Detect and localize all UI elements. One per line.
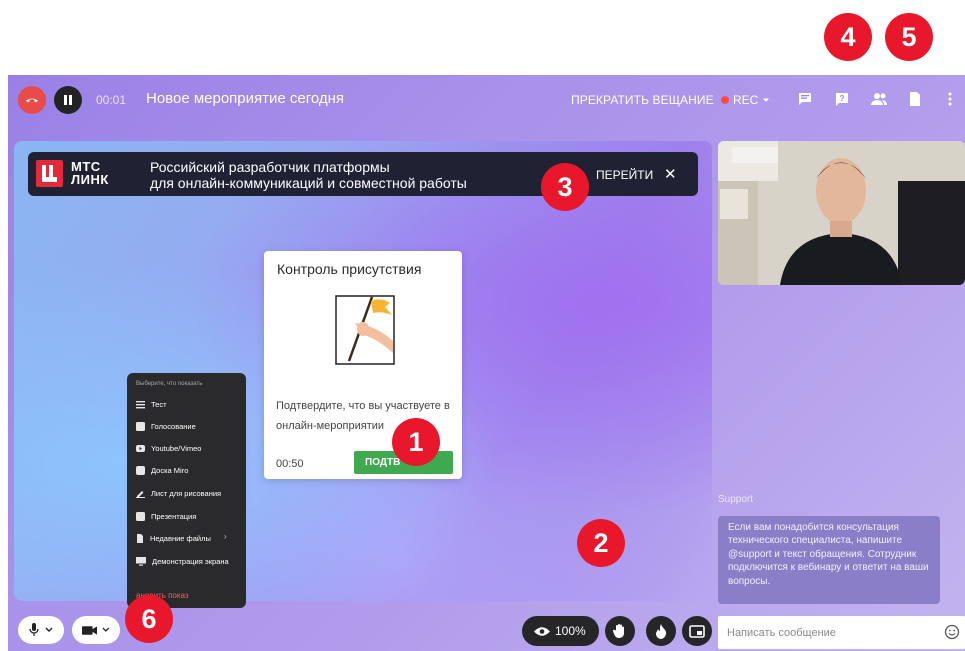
menu-item-label: Доска Miro <box>151 465 189 475</box>
speaker-video-image <box>718 141 965 285</box>
microphone-toggle[interactable] <box>18 616 64 644</box>
banner-text-line-2: для онлайн-коммуникаций и совместной раб… <box>150 175 467 191</box>
menu-item-label: Youtube/Vimeo <box>151 443 202 453</box>
show-content-menu: Выберите, что показать Тест Голосование … <box>127 373 246 608</box>
menu-item-label: Демонстрация экрана <box>152 556 229 566</box>
raise-hand-button[interactable] <box>605 616 635 646</box>
poll-icon <box>136 421 145 431</box>
menu-item-label: Презентация <box>151 511 197 521</box>
file-icon <box>910 92 920 106</box>
question-icon: ? <box>836 93 848 106</box>
marker-3: 3 <box>541 163 589 211</box>
camera-icon <box>82 625 98 635</box>
microphone-icon <box>29 623 39 636</box>
menu-item-label: Тест <box>151 399 167 409</box>
speaker-video <box>718 141 965 285</box>
eye-icon <box>534 626 550 636</box>
menu-item-recent-files[interactable]: Недавние файлы <box>136 531 211 545</box>
screenshot-stage: 00:01 Новое мероприятие сегодня ПРЕКРАТИ… <box>0 0 965 651</box>
banner-text-line-1: Российский разработчик платформы <box>150 159 390 175</box>
menu-item-poll[interactable]: Голосование <box>136 419 196 433</box>
fire-icon <box>656 623 667 639</box>
card-title: Контроль присутствия <box>277 261 422 277</box>
svg-text:?: ? <box>840 94 845 103</box>
files-button[interactable] <box>906 90 924 108</box>
marker-5: 5 <box>885 13 933 61</box>
chat-button[interactable] <box>796 90 814 108</box>
chevron-right-icon: › <box>224 532 227 541</box>
chat-message-input[interactable] <box>718 616 965 649</box>
picture-in-picture-button[interactable] <box>682 616 712 646</box>
menu-item-label: Лист для рисования <box>151 488 222 498</box>
zoom-value: 100% <box>555 624 586 638</box>
pause-button[interactable] <box>54 86 82 114</box>
phone-hangup-icon <box>26 98 38 103</box>
broadcast-timer: 00:01 <box>96 93 127 107</box>
support-message: Если вам понадобится консультация технич… <box>718 516 940 604</box>
viewer-zoom-button[interactable]: 100% <box>522 616 599 646</box>
menu-item-screen-share[interactable]: Демонстрация экрана <box>136 554 229 568</box>
hand-icon <box>613 624 624 638</box>
banner-go-link[interactable]: ПЕРЕЙТИ <box>596 168 653 182</box>
chat-icon <box>799 93 811 105</box>
youtube-icon <box>136 444 145 452</box>
list-icon <box>136 400 145 408</box>
screen-icon <box>136 556 146 566</box>
file-icon <box>137 533 143 543</box>
questions-button[interactable]: ? <box>833 90 851 108</box>
pause-icon <box>64 95 72 105</box>
rec-button[interactable]: REC <box>721 93 770 107</box>
chevron-down-icon <box>102 627 110 632</box>
marker-4: 4 <box>824 13 872 61</box>
more-button[interactable] <box>941 90 959 108</box>
logo-text: МТС ЛИНК <box>71 160 109 186</box>
reaction-button[interactable] <box>646 616 676 646</box>
marker-1: 1 <box>392 418 440 466</box>
participants-button[interactable] <box>870 90 888 108</box>
flag-illustration-icon <box>335 295 395 365</box>
menu-item-label: Недавние файлы <box>150 533 211 543</box>
menu-item-presentation[interactable]: Презентация <box>136 509 196 523</box>
event-title: Новое мероприятие сегодня <box>146 90 345 107</box>
menu-item-drawing[interactable]: Лист для рисования <box>136 486 221 500</box>
banner-close-icon[interactable]: ✕ <box>664 165 677 183</box>
caret-down-icon <box>763 98 770 102</box>
support-sender: Support <box>718 494 754 505</box>
marker-6: 6 <box>125 595 173 643</box>
mts-link-logo <box>36 160 63 187</box>
banner-text: Российский разработчик платформы для онл… <box>150 159 467 191</box>
promo-banner: МТС ЛИНК Российский разработчик платформ… <box>28 152 698 196</box>
participants-icon <box>871 93 887 105</box>
top-bar: 00:01 Новое мероприятие сегодня ПРЕКРАТИ… <box>8 75 965 125</box>
presentation-icon <box>136 511 145 521</box>
card-countdown: 00:50 <box>276 458 304 470</box>
rec-dot-icon <box>721 96 729 104</box>
more-icon <box>948 92 952 106</box>
camera-toggle[interactable] <box>72 616 120 644</box>
rec-label: REC <box>733 93 759 107</box>
menu-hint: Выберите, что показать <box>136 381 203 387</box>
end-call-button[interactable] <box>18 86 46 114</box>
chevron-down-icon <box>45 627 53 632</box>
menu-item-youtube[interactable]: Youtube/Vimeo <box>136 441 201 455</box>
menu-item-test[interactable]: Тест <box>136 397 167 411</box>
picture-in-picture-icon <box>689 624 705 638</box>
marker-2: 2 <box>577 519 625 567</box>
stop-broadcast-button[interactable]: ПРЕКРАТИТЬ ВЕЩАНИЕ <box>571 93 714 107</box>
miro-icon <box>136 465 145 475</box>
logo-line-2: ЛИНК <box>71 172 109 187</box>
presentation-area: МТС ЛИНК Российский разработчик платформ… <box>14 141 712 601</box>
menu-item-label: Голосование <box>151 421 196 431</box>
webinar-app: 00:01 Новое мероприятие сегодня ПРЕКРАТИ… <box>8 75 965 651</box>
emoji-icon[interactable] <box>944 624 960 640</box>
pencil-icon <box>136 490 145 498</box>
menu-item-miro[interactable]: Доска Miro <box>136 463 188 477</box>
